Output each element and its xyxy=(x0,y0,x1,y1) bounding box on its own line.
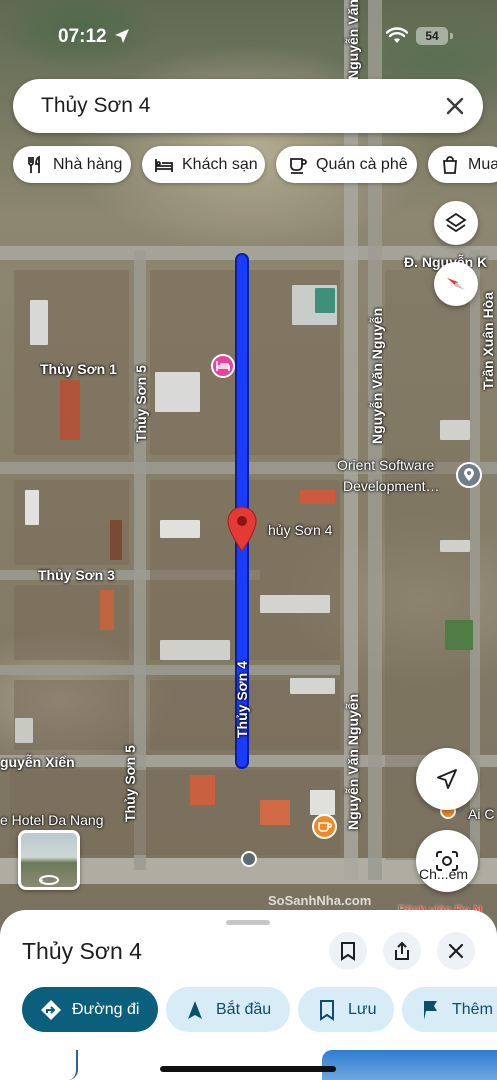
share-button[interactable] xyxy=(383,932,421,970)
place-bottom-sheet[interactable]: Thủy Sơn 4 Đường đi Bắt đầu Lưu Thêm xyxy=(0,910,497,1080)
place-title: Thủy Sơn 4 xyxy=(22,938,142,964)
hotel-pin-icon[interactable] xyxy=(211,354,235,378)
map-label-thuy-son-4-road: Thủy Sơn 4 xyxy=(234,661,250,738)
building xyxy=(440,540,470,552)
building xyxy=(110,520,122,560)
my-location-button[interactable] xyxy=(416,748,478,810)
map-label-thuy-son-5-top: Thủy Sơn 5 xyxy=(133,365,149,442)
chip-shopping[interactable]: Mua xyxy=(428,146,497,183)
map-label-thuy-son-5-bottom: Thủy Sơn 5 xyxy=(122,745,138,822)
action-label: Lưu xyxy=(348,1000,377,1018)
building xyxy=(260,800,290,825)
action-label: Bắt đầu xyxy=(216,1000,272,1018)
chip-label: Khách sạn xyxy=(182,155,258,173)
fork-knife-icon xyxy=(28,155,40,173)
building xyxy=(30,300,48,345)
map-label-thuy-son-1: Thủy Sơn 1 xyxy=(40,361,117,377)
map-label-tran-xuan-hoa: Trần Xuân Hòa xyxy=(480,291,496,390)
directions-icon xyxy=(41,999,61,1020)
building xyxy=(310,790,335,815)
home-indicator[interactable] xyxy=(160,1066,336,1072)
camera-search-label: Ch...em xyxy=(419,866,469,882)
close-icon[interactable] xyxy=(443,94,467,118)
action-label: Đường đi xyxy=(72,1000,140,1018)
building xyxy=(315,288,335,313)
map-label-thuy-son-3: Thủy Sơn 3 xyxy=(38,567,115,583)
clock: 07:12 xyxy=(58,26,107,47)
building xyxy=(260,595,330,613)
map-label-thuy-son-4-pin: hủy Sơn 4 xyxy=(268,522,333,538)
action-label: Thêm xyxy=(452,1000,493,1018)
photo-thumbnail[interactable] xyxy=(8,1050,78,1080)
place-pin-icon[interactable] xyxy=(456,462,482,488)
cafe-pin-icon[interactable] xyxy=(312,814,337,839)
shopping-bag-icon xyxy=(443,155,457,174)
bus-stop-icon[interactable] xyxy=(241,851,257,867)
rotate-360-icon xyxy=(38,875,59,885)
chip-label: Nhà hàng xyxy=(53,155,123,173)
chip-label: Quán cà phê xyxy=(316,155,408,173)
building xyxy=(155,372,200,412)
coffee-cup-icon xyxy=(290,157,307,174)
map-label-orient-line1: Orient Software xyxy=(337,457,435,473)
save-bookmark-button[interactable] xyxy=(329,932,367,970)
map-label-nguyen-van-nguyen-bottom: Nguyễn Văn Nguyễn xyxy=(345,693,361,830)
close-icon xyxy=(448,943,464,959)
start-button[interactable]: Bắt đầu xyxy=(166,987,290,1032)
battery-indicator: 54 xyxy=(416,27,448,45)
battery-tip xyxy=(450,33,453,39)
street-view-thumbnail[interactable] xyxy=(18,830,80,890)
location-arrow-icon xyxy=(115,29,129,43)
building xyxy=(160,640,230,660)
photo-strip[interactable] xyxy=(0,1050,497,1080)
building xyxy=(440,420,470,440)
close-sheet-button[interactable] xyxy=(437,932,475,970)
building xyxy=(100,590,114,630)
wifi-icon xyxy=(386,27,408,43)
directions-button[interactable]: Đường đi xyxy=(22,987,158,1032)
chip-label: Mua xyxy=(468,155,497,173)
building xyxy=(160,520,200,538)
map-label-hotel: e Hotel Da Nang xyxy=(0,812,104,828)
building xyxy=(60,380,80,440)
flag-icon xyxy=(424,1000,437,1020)
save-button[interactable]: Lưu xyxy=(298,987,394,1032)
building xyxy=(300,490,335,504)
bookmark-icon xyxy=(320,999,334,1021)
layers-button[interactable] xyxy=(434,201,478,245)
compass-button[interactable] xyxy=(434,262,478,306)
search-bar[interactable]: Thủy Sơn 4 xyxy=(13,79,483,133)
navigation-arrow-icon xyxy=(437,769,457,789)
chip-cafes[interactable]: Quán cà phê xyxy=(276,146,417,183)
bed-icon xyxy=(155,158,173,172)
compass-icon xyxy=(447,278,465,290)
map-label-orient-line2: Development… xyxy=(343,478,440,494)
road-horizontal-c xyxy=(0,665,340,675)
building xyxy=(445,620,473,650)
map-label-ai-c: Ai C xyxy=(468,806,495,822)
layers-icon xyxy=(445,212,467,233)
search-query[interactable]: Thủy Sơn 4 xyxy=(41,94,151,118)
map-label-nguyen-xien: guyễn Xiển xyxy=(0,754,75,770)
status-bar: 07:12 54 xyxy=(0,0,497,60)
building xyxy=(190,775,215,805)
share-icon xyxy=(395,941,409,960)
camera-search-button[interactable] xyxy=(416,830,478,892)
chip-hotels[interactable]: Khách sạn xyxy=(142,146,265,183)
selected-location-pin-icon[interactable] xyxy=(226,506,258,552)
building xyxy=(15,718,33,743)
add-button[interactable]: Thêm xyxy=(402,987,497,1032)
drag-handle[interactable] xyxy=(226,920,270,925)
navigation-arrow-icon xyxy=(188,1000,202,1019)
map-label-nguyen-van-nguyen-mid: Nguyễn Văn Nguyễn xyxy=(369,307,385,444)
chip-restaurants[interactable]: Nhà hàng xyxy=(13,146,131,183)
building xyxy=(25,490,39,525)
building xyxy=(290,678,335,694)
bookmark-icon xyxy=(341,942,355,961)
watermark-logo: SoSanhNha.com xyxy=(268,893,372,908)
photo-thumbnail[interactable] xyxy=(322,1050,497,1080)
